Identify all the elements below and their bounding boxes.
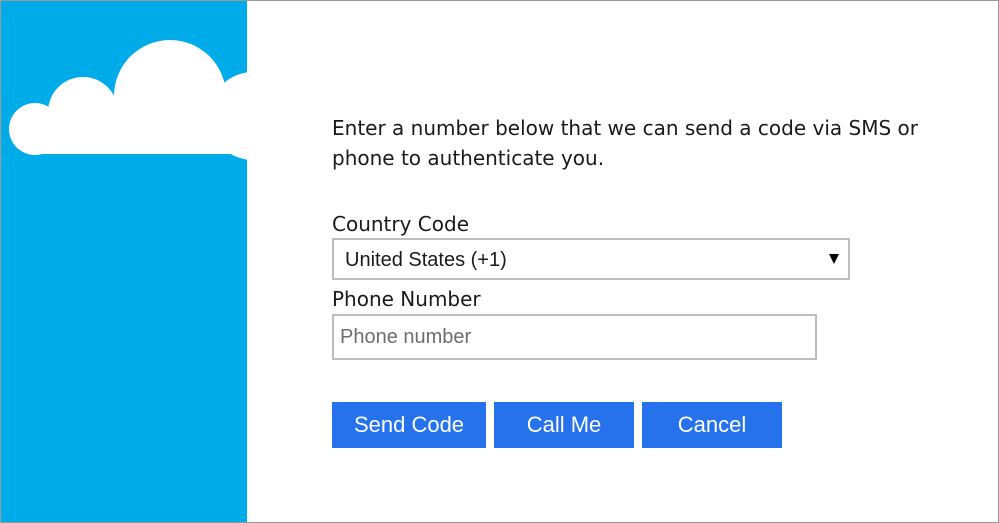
country-code-label: Country Code	[332, 212, 470, 236]
phone-number-label: Phone Number	[332, 287, 481, 311]
phone-number-input[interactable]	[332, 314, 817, 360]
country-code-select[interactable]: United States (+1)	[332, 238, 850, 280]
side-panel	[1, 1, 247, 522]
send-code-button[interactable]: Send Code	[332, 402, 486, 448]
cancel-button[interactable]: Cancel	[642, 402, 782, 448]
call-me-button[interactable]: Call Me	[494, 402, 634, 448]
dropdown-arrow-icon	[829, 254, 839, 264]
auth-dialog: Enter a number below that we can send a …	[0, 0, 999, 523]
instructions-text: Enter a number below that we can send a …	[332, 116, 918, 170]
cloud-icon	[9, 40, 247, 160]
country-code-value: United States (+1)	[345, 249, 507, 271]
